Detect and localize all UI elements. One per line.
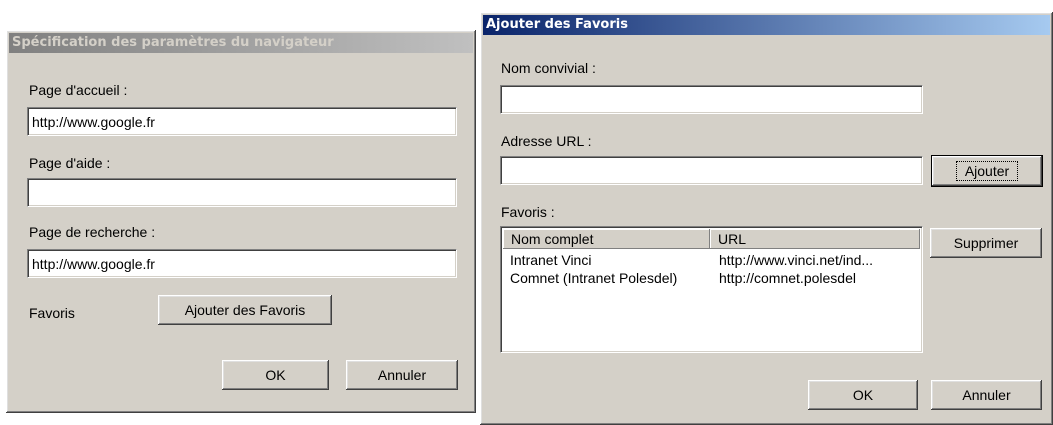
favorites-list-label: Favoris : [501, 204, 555, 220]
favorites-list[interactable]: Nom complet URL Intranet Vinci http://ww… [500, 226, 923, 353]
favorite-url: http://www.vinci.net/ind... [719, 252, 874, 268]
favorite-url: http://comnet.polesdel [719, 270, 856, 286]
add-favorites-dialog: Ajouter des Favoris Nom convivial : Adre… [480, 12, 1053, 425]
help-page-label: Page d'aide : [29, 155, 111, 171]
add-button[interactable]: Ajouter [931, 155, 1043, 187]
search-page-label: Page de recherche : [29, 224, 156, 240]
add-button-label: Ajouter [955, 161, 1019, 181]
browser-settings-title: Spécification des paramètres du navigate… [9, 33, 473, 53]
favorite-name: Intranet Vinci [510, 252, 592, 268]
help-page-input[interactable] [27, 178, 457, 207]
add-favorites-title: Ajouter des Favoris [483, 15, 1050, 35]
home-page-label: Page d'accueil : [29, 82, 128, 98]
friendly-name-input[interactable] [500, 85, 923, 114]
ok-button[interactable]: OK [222, 360, 329, 390]
friendly-name-label: Nom convivial : [501, 60, 596, 76]
delete-button[interactable]: Supprimer [930, 228, 1042, 258]
add-favorites-button[interactable]: Ajouter des Favoris [158, 295, 332, 325]
favorites-label: Favoris [29, 305, 75, 321]
browser-settings-dialog: Spécification des paramètres du navigate… [6, 30, 476, 413]
cancel-button[interactable]: Annuler [346, 360, 458, 390]
search-page-input[interactable]: http://www.google.fr [27, 249, 457, 278]
column-header-name[interactable]: Nom complet [503, 229, 710, 249]
column-header-url[interactable]: URL [710, 229, 920, 249]
ok-button[interactable]: OK [808, 380, 918, 410]
cancel-button[interactable]: Annuler [931, 380, 1042, 410]
favorite-name: Comnet (Intranet Polesdel) [510, 270, 678, 286]
home-page-input[interactable]: http://www.google.fr [27, 107, 457, 136]
url-label: Adresse URL : [501, 133, 592, 149]
url-input[interactable] [500, 156, 923, 185]
